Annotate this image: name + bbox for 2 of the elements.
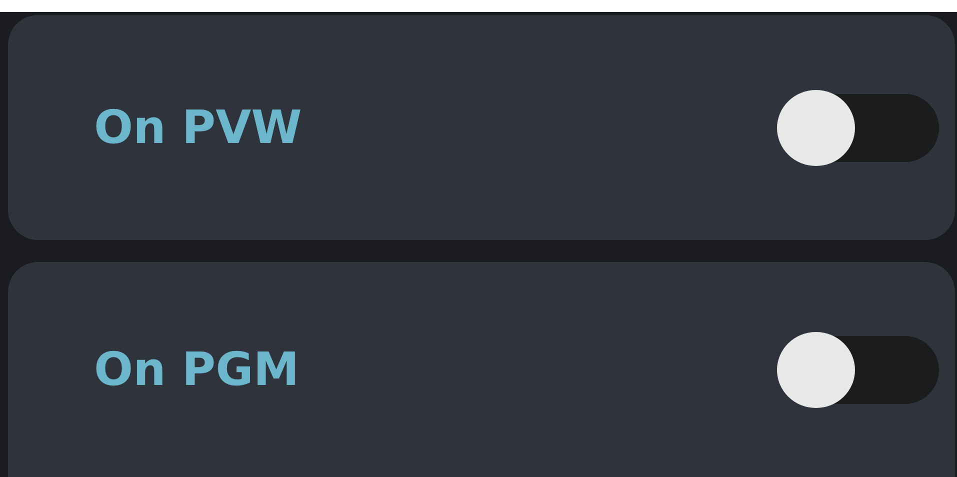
setting-label: On PVW	[94, 99, 302, 156]
setting-label: On PGM	[94, 341, 300, 398]
